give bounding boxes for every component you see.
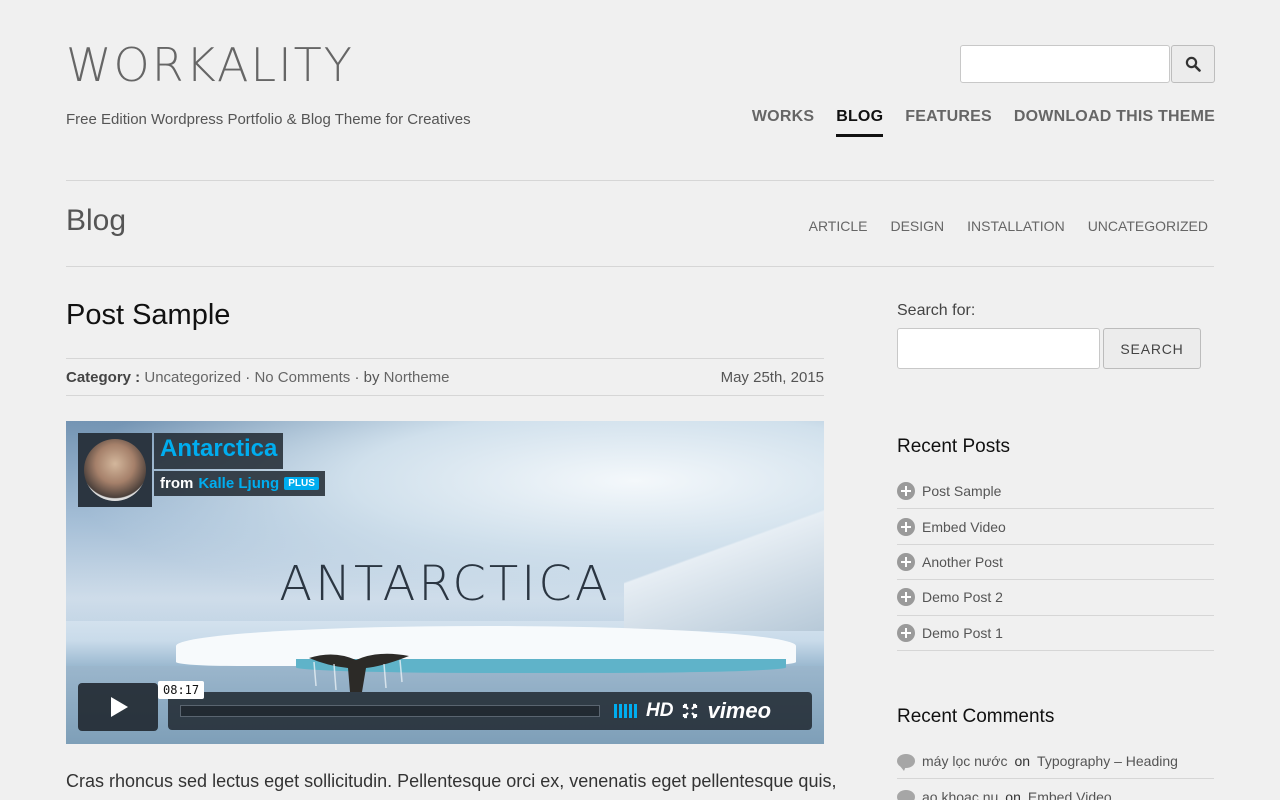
recent-post-link[interactable]: Demo Post 2 [922, 589, 1003, 605]
post-title[interactable]: Post Sample [66, 299, 230, 332]
comment-post-link[interactable]: Typography – Heading [1037, 753, 1178, 769]
category-installation[interactable]: INSTALLATION [967, 218, 1065, 234]
video-duration: 08:17 [158, 681, 205, 699]
list-item[interactable]: Post Sample [897, 474, 1214, 510]
post-author-link[interactable]: Northeme [384, 369, 450, 386]
vimeo-logo[interactable]: vimeo [707, 698, 771, 724]
recent-post-link[interactable]: Demo Post 1 [922, 625, 1003, 641]
whale-tail-graphic [309, 653, 409, 692]
category-uncategorized[interactable]: UNCATEGORIZED [1088, 218, 1208, 234]
sidebar-search-input[interactable] [897, 328, 1100, 369]
recent-post-link[interactable]: Post Sample [922, 483, 1001, 499]
post-meta-left: Category : Uncategorized · No Comments ·… [66, 369, 450, 386]
list-item: ao khoac nu on Embed Video [897, 779, 1214, 800]
post-comments-link[interactable]: No Comments [254, 369, 350, 386]
avatar[interactable] [78, 433, 152, 507]
header-search-button[interactable] [1171, 45, 1215, 83]
video-header: Antarctica from Kalle Ljung PLUS [78, 433, 325, 507]
video-overlay-title: ANTARCTICA [279, 556, 611, 612]
main-nav: WORKS BLOG FEATURES DOWNLOAD THIS THEME [752, 108, 1215, 137]
meta-separator: · by [354, 368, 380, 386]
video-title-block: Antarctica from Kalle Ljung PLUS [154, 433, 325, 507]
recent-comments-list: máy lọc nước on Typography – Heading ao … [897, 744, 1214, 800]
search-icon [1185, 56, 1201, 72]
comment-on-label: on [1005, 788, 1021, 800]
comment-author-link[interactable]: máy lọc nước [922, 753, 1007, 769]
comment-author-link[interactable]: ao khoac nu [922, 789, 998, 800]
plus-circle-icon [897, 482, 915, 501]
recent-posts-list: Post Sample Embed Video Another Post Dem… [897, 474, 1214, 651]
video-controls: HD vimeo [168, 692, 812, 730]
page-title: Blog [66, 204, 127, 237]
play-icon [111, 697, 128, 717]
list-item[interactable]: Another Post [897, 545, 1214, 581]
fullscreen-icon[interactable] [682, 703, 698, 719]
post-category-link[interactable]: Uncategorized [144, 369, 241, 386]
video-byline: from Kalle Ljung PLUS [154, 471, 325, 496]
category-design[interactable]: DESIGN [890, 218, 944, 234]
sidebar-search-button[interactable]: SEARCH [1103, 328, 1201, 369]
post-date: May 25th, 2015 [720, 368, 824, 386]
recent-post-link[interactable]: Another Post [922, 554, 1003, 570]
divider [66, 266, 1214, 267]
post-meta: Category : Uncategorized · No Comments ·… [66, 358, 824, 396]
plus-circle-icon [897, 623, 915, 642]
video-from-label: from [160, 475, 194, 492]
play-button[interactable] [78, 683, 158, 731]
video-control-icons: HD vimeo [614, 698, 771, 724]
post-excerpt: Cras rhoncus sed lectus eget sollicitudi… [66, 771, 837, 791]
divider [66, 180, 1214, 181]
list-item[interactable]: Demo Post 1 [897, 616, 1214, 651]
video-title[interactable]: Antarctica [154, 433, 284, 469]
meta-separator: · [245, 368, 251, 386]
recent-comments-title: Recent Comments [897, 706, 1055, 727]
volume-icon[interactable] [614, 704, 637, 718]
plus-circle-icon [897, 588, 915, 607]
recent-post-link[interactable]: Embed Video [922, 519, 1006, 535]
header-search-input[interactable] [960, 45, 1170, 83]
site-tagline: Free Edition Wordpress Portfolio & Blog … [66, 111, 471, 128]
plus-circle-icon [897, 552, 915, 571]
recent-posts-title: Recent Posts [897, 436, 1010, 457]
video-player[interactable]: ANTARCTICA Antarctica from Kalle Ljung P… [66, 421, 824, 744]
plus-badge: PLUS [284, 477, 319, 490]
list-item[interactable]: Embed Video [897, 509, 1214, 545]
hd-toggle[interactable]: HD [646, 700, 673, 722]
category-article[interactable]: ARTICLE [809, 218, 868, 234]
video-progress-bar[interactable] [180, 705, 600, 717]
sidebar-search-label: Search for: [897, 302, 976, 319]
category-label: Category : [66, 368, 141, 386]
comment-bubble-icon [897, 789, 915, 800]
comment-bubble-icon [897, 754, 915, 772]
category-filter: ARTICLE DESIGN INSTALLATION UNCATEGORIZE… [809, 218, 1208, 234]
nav-works[interactable]: WORKS [752, 108, 814, 137]
list-item: máy lọc nước on Typography – Heading [897, 744, 1214, 780]
comment-on-label: on [1014, 753, 1031, 770]
site-logo[interactable]: WORKALITY [66, 38, 354, 92]
video-author-link[interactable]: Kalle Ljung [198, 475, 279, 492]
comment-post-link[interactable]: Embed Video [1028, 789, 1112, 800]
nav-download-theme[interactable]: DOWNLOAD THIS THEME [1014, 108, 1215, 137]
nav-blog[interactable]: BLOG [836, 108, 884, 137]
plus-circle-icon [897, 517, 915, 536]
list-item[interactable]: Demo Post 2 [897, 580, 1214, 616]
avatar-photo [84, 439, 146, 501]
nav-features[interactable]: FEATURES [905, 108, 992, 137]
